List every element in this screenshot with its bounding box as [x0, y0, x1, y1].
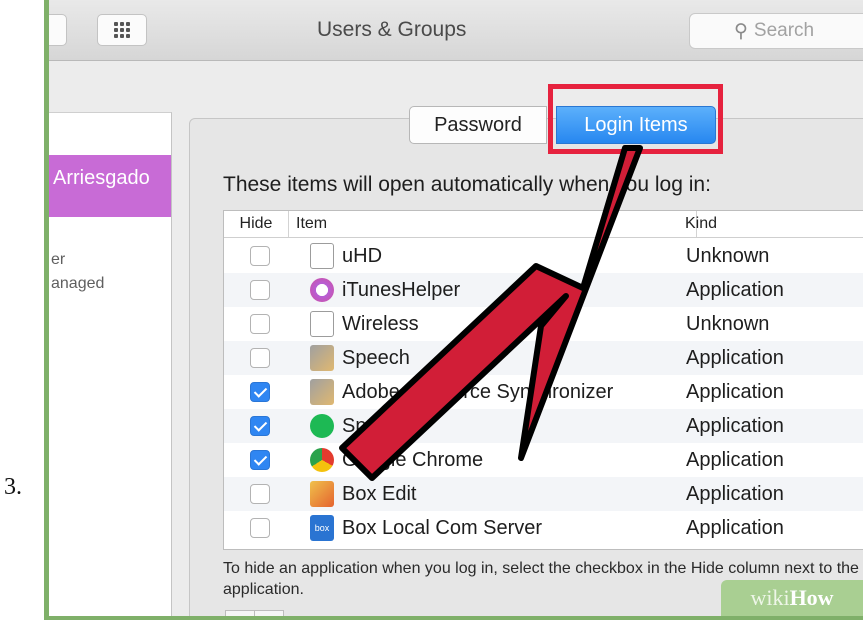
item-name: Google Chrome — [342, 449, 484, 471]
step-number: 3. — [4, 474, 22, 500]
hide-checkbox[interactable] — [250, 246, 270, 266]
item-kind: Unknown — [686, 313, 770, 335]
search-field[interactable]: ⚲ Search — [689, 13, 863, 49]
screenshot-frame: Users & Groups ⚲ Search Arriesgado er an… — [44, 0, 863, 620]
user-list-line: er — [51, 251, 66, 268]
item-name: Box Edit — [342, 483, 417, 505]
user-list-line: anaged — [51, 275, 105, 292]
box-edit-icon — [310, 481, 334, 507]
show-all-button[interactable] — [97, 14, 147, 46]
tab-highlight-box — [548, 84, 723, 154]
add-item-button[interactable] — [225, 610, 255, 616]
item-name: Spotify — [342, 415, 404, 437]
item-kind: Application — [686, 449, 784, 471]
table-row[interactable]: Speech Application — [224, 341, 863, 375]
hide-checkbox[interactable] — [250, 518, 270, 538]
table-row[interactable]: uHD Unknown — [224, 239, 863, 273]
item-kind: Application — [686, 517, 784, 539]
document-icon — [310, 311, 334, 337]
hide-checkbox[interactable] — [250, 348, 270, 368]
spotify-icon — [310, 414, 334, 438]
item-name: Box Local Com Server — [342, 517, 543, 539]
table-row[interactable]: Google Chrome Application — [224, 443, 863, 477]
column-header-hide[interactable]: Hide — [224, 211, 289, 237]
table-row[interactable]: Box Edit Application — [224, 477, 863, 511]
hide-checkbox[interactable] — [250, 280, 270, 300]
utility-icon — [310, 345, 334, 371]
selected-user[interactable]: Arriesgado — [49, 155, 171, 217]
item-kind: Application — [686, 483, 784, 505]
grid-icon — [114, 22, 130, 38]
itunes-icon — [310, 278, 334, 302]
selected-user-name: Arriesgado — [53, 167, 150, 189]
hide-checkbox[interactable] — [250, 416, 270, 436]
item-name: Speech — [342, 347, 410, 369]
item-kind: Application — [686, 415, 784, 437]
login-items-table: Hide Item Kind uHD Unknown iTunesHelper … — [223, 210, 863, 550]
item-name: iTunesHelper — [342, 279, 461, 301]
hide-checkbox[interactable] — [250, 314, 270, 334]
hide-checkbox[interactable] — [250, 450, 270, 470]
user-list: Arriesgado er anaged — [49, 112, 172, 616]
item-name: Adobe Resource Synchronizer — [342, 381, 614, 403]
table-row[interactable]: box Box Local Com Server Application — [224, 511, 863, 545]
column-header-item[interactable]: Item — [288, 211, 697, 237]
search-placeholder: Search — [753, 20, 815, 41]
table-row[interactable]: Spotify Application — [224, 409, 863, 443]
table-row[interactable]: Wireless Unknown — [224, 307, 863, 341]
utility-icon — [310, 379, 334, 405]
header-divider — [224, 237, 863, 238]
watermark-wiki: wiki — [750, 585, 790, 610]
window-title: Users & Groups — [317, 18, 467, 41]
wikihow-watermark: wiki How — [721, 580, 863, 616]
titlebar: Users & Groups ⚲ Search — [49, 0, 863, 61]
table-row[interactable]: Adobe Resource Synchronizer Application — [224, 375, 863, 409]
users-groups-window: Users & Groups ⚲ Search Arriesgado er an… — [49, 0, 863, 616]
item-name: uHD — [342, 245, 383, 267]
document-icon — [310, 243, 334, 269]
hide-checkbox[interactable] — [250, 382, 270, 402]
chrome-icon — [310, 448, 334, 472]
item-kind: Unknown — [686, 245, 770, 267]
item-kind: Application — [686, 347, 784, 369]
item-kind: Application — [686, 279, 784, 301]
column-header-kind[interactable]: Kind — [677, 211, 717, 237]
watermark-how: How — [789, 585, 834, 610]
search-icon: ⚲ — [734, 20, 748, 42]
back-button[interactable] — [49, 14, 67, 46]
item-kind: Application — [686, 381, 784, 403]
item-name: Wireless — [342, 313, 419, 335]
remove-item-button[interactable] — [254, 610, 284, 616]
box-icon: box — [310, 515, 334, 541]
login-items-heading: These items will open automatically when… — [223, 173, 711, 196]
hide-checkbox[interactable] — [250, 484, 270, 504]
table-row[interactable]: iTunesHelper Application — [224, 273, 863, 307]
tab-password[interactable]: Password — [409, 106, 547, 144]
